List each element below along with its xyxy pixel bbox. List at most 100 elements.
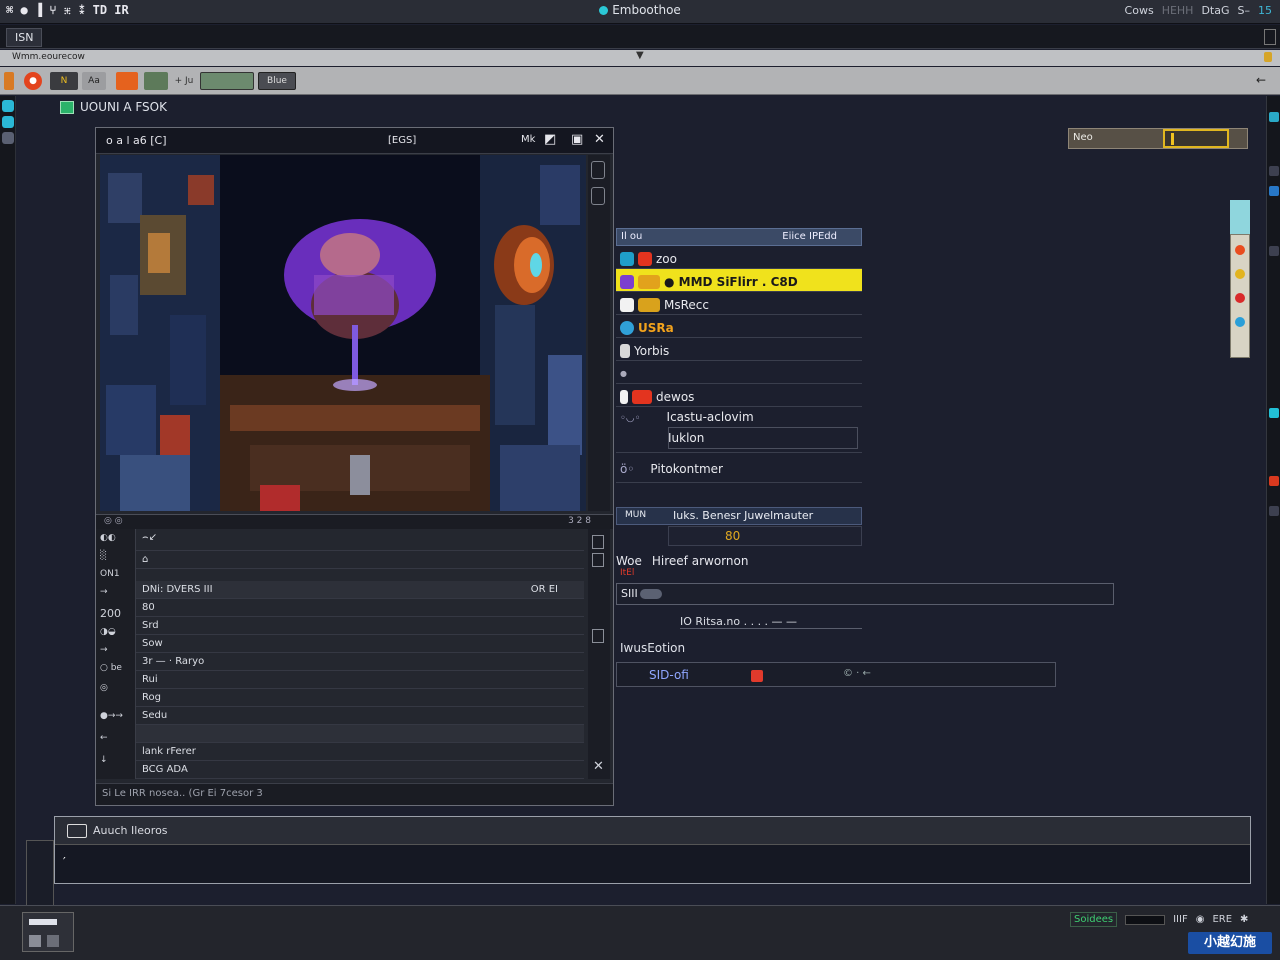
status-item[interactable]: ◉ bbox=[1196, 914, 1205, 925]
maximize-icon[interactable]: ▣ bbox=[571, 132, 583, 147]
search-input[interactable] bbox=[1163, 129, 1229, 148]
gutter-label[interactable]: ●→→ bbox=[100, 711, 123, 721]
list-item-sub-label[interactable]: Iuklon bbox=[668, 431, 704, 445]
list-icon[interactable] bbox=[1269, 506, 1279, 516]
scroll-tool-icon[interactable] bbox=[592, 535, 604, 549]
filter-icon[interactable] bbox=[1269, 166, 1279, 176]
table-row[interactable]: Sedu bbox=[136, 707, 584, 725]
close-panel-icon[interactable]: ✕ bbox=[593, 759, 604, 774]
gutter-label[interactable]: ↓ bbox=[100, 755, 108, 765]
status-item[interactable]: IIIF bbox=[1173, 914, 1188, 925]
property-header-a: MUN bbox=[625, 510, 647, 520]
property-header-row[interactable]: MUN Iuks. Benesr Juwelmauter bbox=[616, 507, 862, 525]
alert-icon[interactable] bbox=[1269, 476, 1279, 486]
gutter-label[interactable]: ◐◐ bbox=[100, 533, 116, 543]
image-tool-button[interactable] bbox=[116, 72, 138, 90]
back-arrow-icon[interactable]: ← bbox=[1256, 73, 1266, 87]
property-text-field[interactable]: SIII bbox=[616, 583, 1114, 605]
gutter-label[interactable]: ░ bbox=[100, 551, 107, 561]
table-row[interactable]: Rog bbox=[136, 689, 584, 707]
gutter-label[interactable]: 200 bbox=[100, 607, 121, 620]
list-item[interactable]: zoo bbox=[616, 246, 862, 269]
layout-tool-button[interactable] bbox=[200, 72, 254, 90]
section-field[interactable]: SID-ofi © · ← bbox=[616, 662, 1056, 687]
list-item[interactable]: dewos bbox=[616, 384, 862, 407]
zoom-icon[interactable] bbox=[591, 187, 605, 205]
title-bar: ⌘ ● ▐ ⑂ ⁜ ⁑ TD IR Emboothoe Cows HEHH Dt… bbox=[0, 0, 1280, 24]
tag-icon[interactable] bbox=[1269, 246, 1279, 256]
list-header-right[interactable]: Eiice IPEdd bbox=[782, 231, 837, 242]
landscape-tool-button[interactable] bbox=[144, 72, 168, 90]
table-row[interactable] bbox=[136, 725, 584, 743]
table-row[interactable]: lank rFerer bbox=[136, 743, 584, 761]
folder-icon[interactable] bbox=[2, 132, 14, 144]
list-item[interactable]: MsRecc bbox=[616, 292, 862, 315]
titlebar-right-item[interactable]: S– bbox=[1238, 4, 1250, 17]
table-row[interactable]: 80 bbox=[136, 599, 584, 617]
gutter-label[interactable]: ◎ bbox=[100, 683, 108, 693]
info-icon[interactable] bbox=[1269, 408, 1279, 418]
color-swatch-widget[interactable] bbox=[1230, 200, 1250, 358]
gutter-label[interactable]: ON1 bbox=[100, 569, 120, 579]
list-item-expanded[interactable]: ◦◡◦ Icastu-aclovim Iuklon bbox=[616, 407, 862, 453]
status-item[interactable]: ✱ bbox=[1240, 914, 1248, 925]
layers-icon[interactable] bbox=[2, 116, 14, 128]
titlebar-right-item[interactable]: 15 bbox=[1258, 4, 1272, 17]
property-row-left: Woe bbox=[616, 554, 642, 568]
tab-strip-end-button[interactable] bbox=[1264, 29, 1276, 45]
add-tool-button[interactable]: + Ju bbox=[172, 72, 196, 90]
properties-scrollbar[interactable]: ✕ bbox=[588, 529, 610, 779]
table-row[interactable]: 3r — · Raryo bbox=[136, 653, 584, 671]
settings-icon[interactable] bbox=[1269, 112, 1279, 122]
blue-tool-button[interactable]: Blue bbox=[258, 72, 296, 90]
table-row[interactable]: ⌢↙ bbox=[136, 529, 584, 551]
pin-icon[interactable] bbox=[1264, 52, 1272, 62]
gutter-label[interactable]: ○ be bbox=[100, 663, 122, 673]
status-left-widget[interactable] bbox=[22, 912, 74, 952]
tab-strip: ISN bbox=[0, 25, 1280, 49]
titlebar-right-item[interactable]: Cows bbox=[1125, 4, 1154, 17]
node-tool-button[interactable]: N bbox=[50, 72, 78, 90]
console-prompt[interactable]: ′ bbox=[63, 855, 66, 869]
gutter-label[interactable]: ← bbox=[100, 733, 108, 743]
breadcrumb-label[interactable]: UOUNI A FSOK bbox=[80, 100, 167, 114]
bookmark-tool-button[interactable] bbox=[4, 72, 14, 90]
list-item[interactable]: Yorbis bbox=[616, 338, 862, 361]
record-tool-button[interactable]: ● bbox=[24, 72, 42, 90]
path-text[interactable]: Wmm.eourecow bbox=[12, 52, 85, 62]
status-green-label[interactable]: Soidees bbox=[1070, 912, 1118, 927]
titlebar-right-item[interactable]: DtaG bbox=[1201, 4, 1229, 17]
chevron-down-icon[interactable]: ▼ bbox=[636, 50, 644, 61]
list-item-label: Yorbis bbox=[634, 343, 670, 358]
table-row[interactable]: BCG ADA bbox=[136, 761, 584, 779]
close-icon[interactable]: ✕ bbox=[594, 132, 605, 147]
gutter-label[interactable]: → bbox=[100, 587, 108, 597]
pan-icon[interactable] bbox=[591, 161, 605, 179]
viewer-header: o a l a6 [C] [EGS] Mk ◩ ▣ ✕ bbox=[96, 128, 613, 154]
gutter-label[interactable]: ◑◒ bbox=[100, 627, 116, 637]
table-row[interactable]: DNi: DVERS III OR EI bbox=[136, 581, 584, 599]
scroll-tool-icon[interactable] bbox=[592, 553, 604, 567]
gutter-label[interactable]: → bbox=[100, 645, 108, 655]
text-tool-button[interactable]: Aa bbox=[82, 72, 106, 90]
table-row[interactable]: Rui bbox=[136, 671, 584, 689]
status-item[interactable]: ERE bbox=[1212, 914, 1232, 925]
viewer-control-mk[interactable]: Mk bbox=[521, 134, 535, 145]
table-row[interactable]: Sow bbox=[136, 635, 584, 653]
list-item[interactable]: ö◦ Pitokontmer bbox=[616, 453, 862, 483]
table-row[interactable]: Srd bbox=[136, 617, 584, 635]
flag-icon[interactable] bbox=[1269, 186, 1279, 196]
property-number-field[interactable]: 80 bbox=[668, 526, 862, 546]
alert-badge-icon[interactable] bbox=[751, 670, 763, 682]
scene-viewport[interactable] bbox=[100, 155, 586, 511]
cloud-icon[interactable] bbox=[2, 100, 14, 112]
list-item[interactable]: ● bbox=[616, 361, 862, 384]
list-item[interactable]: USRa bbox=[616, 315, 862, 338]
split-icon[interactable]: ◩ bbox=[544, 132, 556, 147]
tab-isn[interactable]: ISN bbox=[6, 28, 43, 47]
titlebar-right-item[interactable]: HEHH bbox=[1162, 4, 1194, 17]
toggle-pill-icon[interactable] bbox=[639, 589, 662, 599]
list-item-selected[interactable]: ● MMD SiFlirr . C8D bbox=[616, 269, 862, 292]
table-row[interactable]: ⌂ bbox=[136, 551, 584, 569]
scroll-tool-icon[interactable] bbox=[592, 629, 604, 643]
